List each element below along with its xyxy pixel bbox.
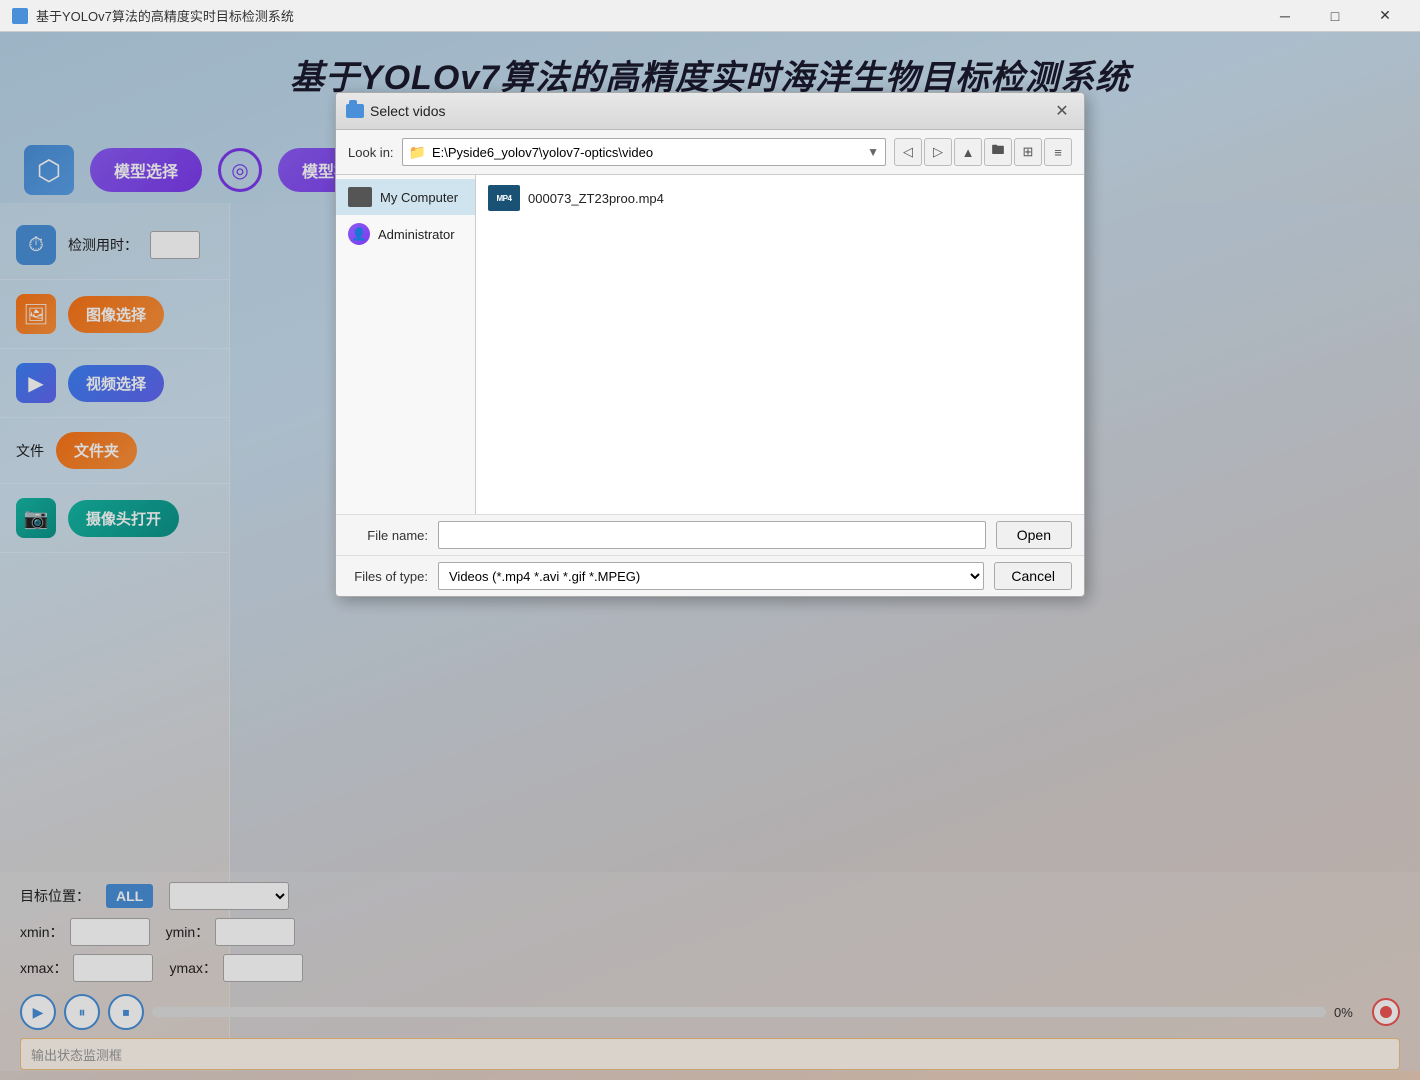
place-my-computer[interactable]: My Computer — [336, 179, 475, 215]
file-name-row: File name: Open — [336, 514, 1084, 555]
file-browser: My Computer 👤 Administrator MP4 000073_Z… — [336, 174, 1084, 514]
title-bar-controls: ─ □ ✕ — [1262, 0, 1408, 32]
nav-forward-button[interactable]: ▷ — [924, 138, 952, 166]
nav-grid-button[interactable]: ⊞ — [1014, 138, 1042, 166]
lookin-toolbar: ◁ ▷ ▲ 🖿 ⊞ ≡ — [894, 138, 1072, 166]
places-panel: My Computer 👤 Administrator — [336, 175, 476, 514]
place-user-label: Administrator — [378, 227, 455, 242]
nav-list-button[interactable]: ≡ — [1044, 138, 1072, 166]
minimize-button[interactable]: ─ — [1262, 0, 1308, 32]
lookin-folder-icon: 📁 — [409, 144, 426, 161]
filename-input[interactable] — [438, 521, 986, 549]
dialog-overlay: Select vidos ✕ Look in: 📁 E:\Pyside6_yol… — [0, 32, 1420, 1080]
file-type-row: Files of type: Videos (*.mp4 *.avi *.gif… — [336, 555, 1084, 596]
title-bar-left: 基于YOLOv7算法的高精度实时目标检测系统 — [12, 6, 294, 25]
filetype-label: Files of type: — [348, 569, 428, 584]
lookin-row: Look in: 📁 E:\Pyside6_yolov7\yolov7-opti… — [336, 130, 1084, 174]
nav-back-button[interactable]: ◁ — [894, 138, 922, 166]
nav-up-button[interactable]: ▲ — [954, 138, 982, 166]
dialog-title-left: Select vidos — [346, 103, 445, 119]
lookin-dropdown-arrow: ▼ — [867, 145, 879, 159]
mp4-icon: MP4 — [488, 185, 520, 211]
window-title: 基于YOLOv7算法的高精度实时目标检测系统 — [36, 6, 294, 25]
lookin-combo[interactable]: 📁 E:\Pyside6_yolov7\yolov7-optics\video … — [402, 138, 886, 166]
maximize-button[interactable]: □ — [1312, 0, 1358, 32]
open-button[interactable]: Open — [996, 521, 1072, 549]
lookin-label: Look in: — [348, 145, 394, 160]
cancel-button[interactable]: Cancel — [994, 562, 1072, 590]
user-icon: 👤 — [348, 223, 370, 245]
computer-icon — [348, 187, 372, 207]
dialog-folder-icon — [346, 104, 364, 118]
app-icon — [12, 8, 28, 24]
lookin-path: E:\Pyside6_yolov7\yolov7-optics\video — [432, 145, 653, 160]
file-dialog: Select vidos ✕ Look in: 📁 E:\Pyside6_yol… — [335, 92, 1085, 597]
place-administrator[interactable]: 👤 Administrator — [336, 215, 475, 253]
filetype-select[interactable]: Videos (*.mp4 *.avi *.gif *.MPEG) — [438, 562, 984, 590]
place-computer-label: My Computer — [380, 190, 458, 205]
filename-label: File name: — [348, 528, 428, 543]
file-item[interactable]: MP4 000073_ZT23proo.mp4 — [480, 179, 1080, 217]
close-button[interactable]: ✕ — [1362, 0, 1408, 32]
nav-recent-button[interactable]: 🖿 — [984, 138, 1012, 166]
files-panel[interactable]: MP4 000073_ZT23proo.mp4 — [476, 175, 1084, 514]
title-bar: 基于YOLOv7算法的高精度实时目标检测系统 ─ □ ✕ — [0, 0, 1420, 32]
file-name: 000073_ZT23proo.mp4 — [528, 191, 664, 206]
dialog-close-button[interactable]: ✕ — [1050, 99, 1074, 123]
dialog-title: Select vidos — [370, 103, 445, 119]
dialog-titlebar: Select vidos ✕ — [336, 93, 1084, 130]
